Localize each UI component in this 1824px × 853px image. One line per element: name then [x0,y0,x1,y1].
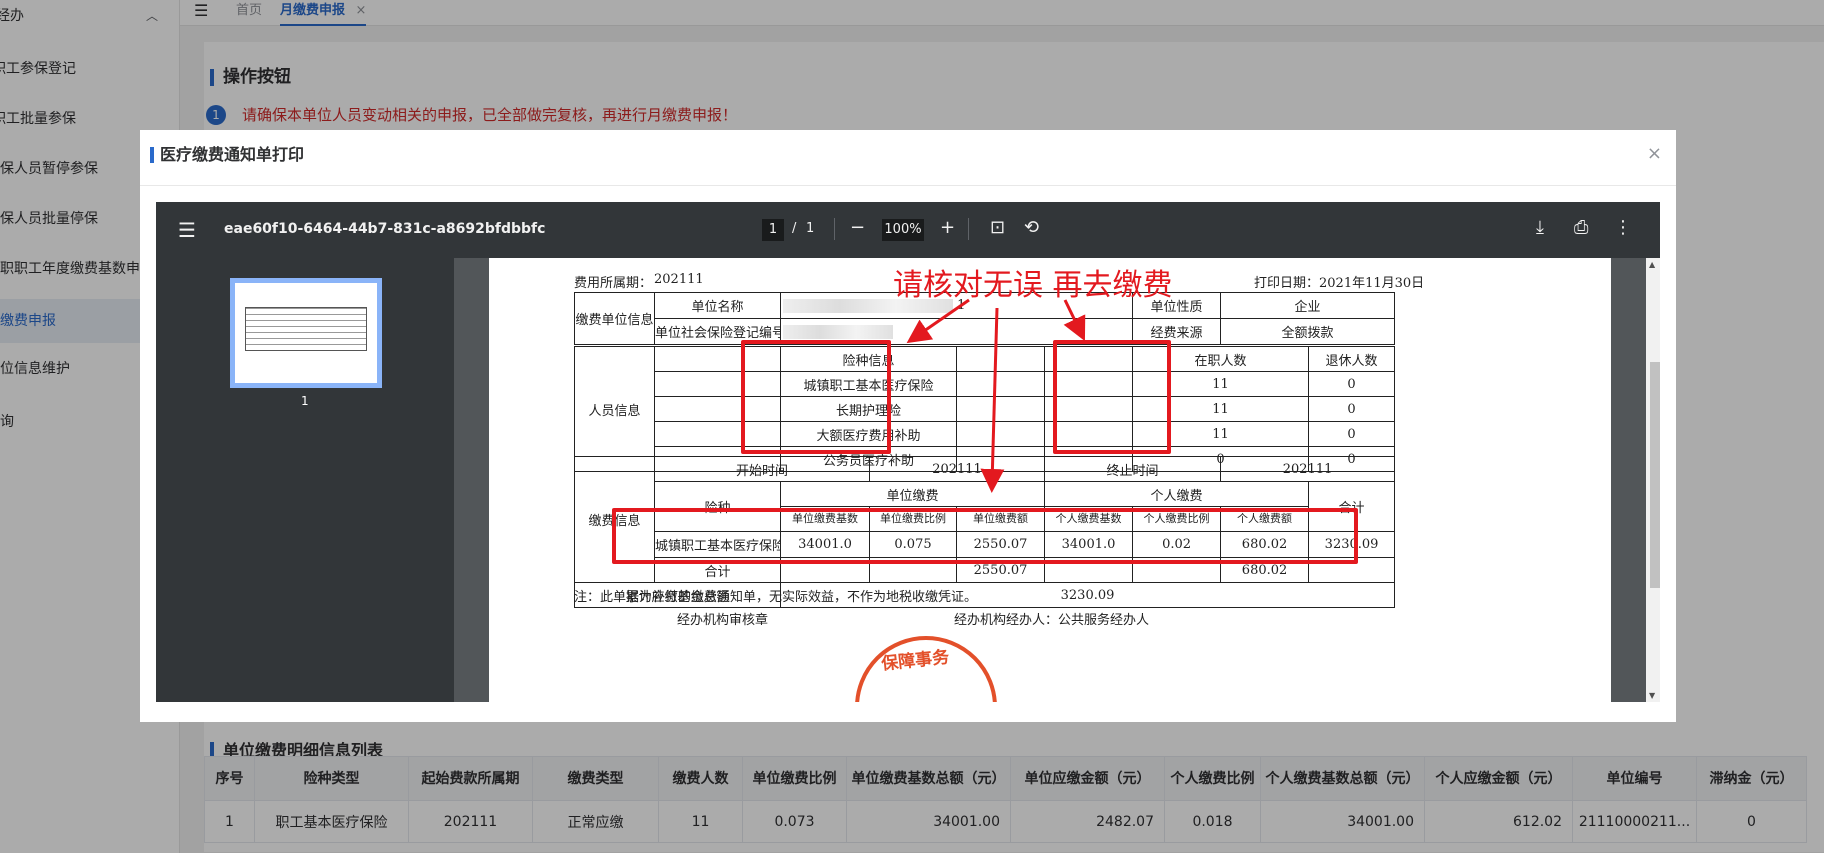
retired-count-label: 退休人数 [1308,346,1395,372]
period-label: 费用所属期： [574,276,653,291]
redacted-area [783,324,893,339]
agency-person: 经办机构经办人：公共服务经办人 [954,613,1150,628]
page-separator: / [792,221,797,236]
fund-source-value: 全额拨款 [1220,318,1396,345]
scroll-up-icon[interactable]: ▲ [1649,260,1655,269]
agency-seal-label: 经办机构审核章 [677,613,769,628]
person-pay-label: 个人缴费 [1044,481,1310,507]
thumbnail-panel: 1 [156,258,454,702]
download-icon[interactable]: ⤓ [1536,218,1544,238]
print-modal: 医疗缴费通知单打印 × ☰ eae60f10-6464-44b7-831c-a8… [140,130,1676,722]
modal-title: 医疗缴费通知单打印 [150,147,304,163]
person-row-retired: 0 [1308,396,1395,422]
start-time-label: 开始时间 [653,456,871,482]
thumbnail-label: 1 [301,394,309,408]
end-time-value: 202111 [1220,456,1396,482]
pdf-toolbar: ☰ eae60f10-6464-44b7-831c-a8692bfdbbfc 1… [156,202,1660,258]
more-options-icon[interactable]: ⋮ [1614,218,1632,238]
scrollbar-thumb[interactable] [1650,362,1660,588]
unit-info-label: 缴费单位信息 [574,292,655,345]
annotation-box-active-count [1053,340,1171,454]
hamburger-menu-icon[interactable]: ☰ [178,220,196,240]
zoom-in-icon[interactable]: + [940,218,955,238]
unit-pay-label: 单位缴费 [779,481,1046,507]
official-seal: 保障事务 [855,636,997,702]
print-icon[interactable]: ⎙ [1574,218,1588,238]
person-row-retired: 0 [1308,371,1395,397]
page-thumbnail[interactable] [230,278,382,388]
seal-text: 保障事务 [880,647,951,675]
pdf-viewer: ☰ eae60f10-6464-44b7-831c-a8692bfdbbfc 1… [156,202,1660,702]
end-time-label: 终止时间 [1044,456,1222,482]
zoom-input[interactable]: 100% [882,219,924,241]
fit-page-icon[interactable]: ⊡ [990,218,1005,238]
period-value: 202111 [654,272,704,287]
start-time-value: 202111 [869,456,1046,482]
scrollbar[interactable]: ▲ ▼ [1646,258,1660,702]
person-info-table: 人员信息 险种信息 在职人数 退休人数 城镇职工基本医疗保险 11 0 长期护理… [574,346,1395,472]
person-info-label: 人员信息 [574,346,655,472]
person-row-retired: 0 [1308,421,1395,447]
unit-name-label: 单位名称 [654,292,781,319]
annotation-box-fee-row [612,508,1358,564]
divider [140,185,1676,186]
close-icon[interactable]: × [1647,143,1662,164]
zoom-out-icon[interactable]: − [850,218,865,238]
unit-nature-value: 企业 [1220,292,1396,319]
annotation-text: 请核对无误 再去缴费 [893,268,1173,303]
page-total: 1 [806,221,815,236]
footnote: 注：此单据为补打的缴费通知单，无实际效益，不作为地税收缴凭证。 [574,590,978,605]
scroll-down-icon[interactable]: ▼ [1649,691,1655,700]
pdf-filename: eae60f10-6464-44b7-831c-a8692bfdbbfc [224,221,546,237]
annotation-box-insurance [741,340,891,454]
page-number-input[interactable]: 1 [762,219,784,241]
rotate-icon[interactable]: ⟲ [1024,218,1039,238]
pdf-page: 费用所属期： 202111 打印日期：2021年11月30日 缴费单位信息 单位… [489,258,1611,702]
divider [968,218,969,240]
divider [834,218,835,240]
thumbnail-preview [245,307,367,351]
print-date: 打印日期：2021年11月30日 [1254,276,1425,291]
